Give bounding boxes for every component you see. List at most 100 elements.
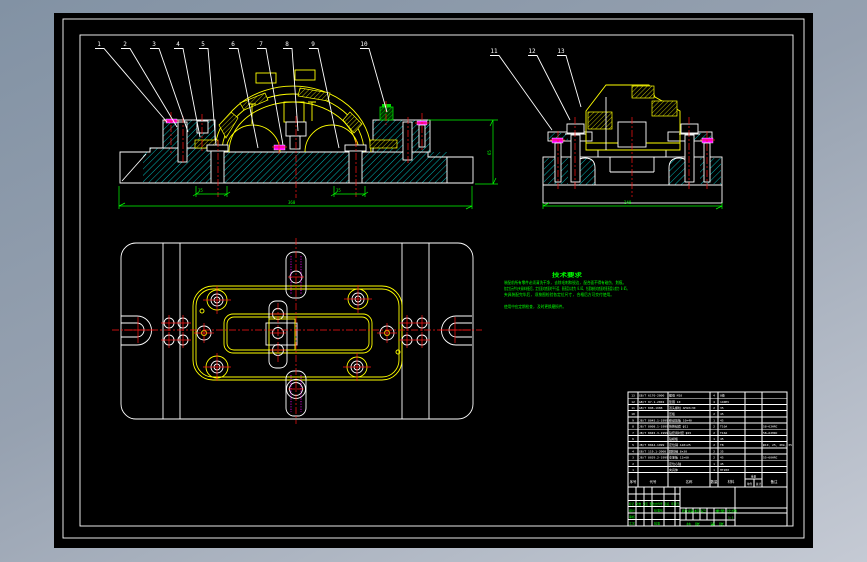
bom-cell-rem: 58~62HRC [763,425,778,429]
bom-cell-mtl: T10A [720,425,727,429]
tb-stage-label: 阶段标记 [682,508,706,513]
bom-cell-mtl: 140HV [720,400,729,404]
tb-sheet-index: 第 张 [710,521,724,526]
left-stud [211,151,224,183]
tb-approve: 批准 [654,521,660,526]
bom-cell-name: 压板 [669,411,675,416]
bom-cell-code: GB/T 97.1-2002 [639,400,664,404]
bom-cell-mtl: 45 [720,418,724,422]
bom-cell-rem: 55~60HRC [763,456,778,460]
dim-front-height-value: 65 [487,150,492,155]
bom-cell-rem: φ10, 25, 40m, 35 [763,443,792,447]
bom-cell-name: 支承板 12×60 [669,455,689,460]
bom-cell-code: GB/T 898-1988 [639,406,663,410]
tech-req-line-3: 夹具装配完毕后, 须按图检验各定位尺寸, 合格后方可交付使用。 [504,291,614,298]
bom-cell-rem: 58~62HRC [763,431,778,435]
bom-cell-qty: 2 [713,456,715,460]
bom-cell-code: GB/T 119.1-2000 [639,449,666,453]
side-washer-r [702,138,713,143]
center-left-washer [274,145,285,150]
balloon-7: 7 [259,41,263,48]
bom-header-qty: 数量 [711,479,718,484]
bom-cell-num: 9 [632,418,634,422]
bom-cell-qty: 2 [713,406,715,410]
bom-cell-name: 夹具体 [669,467,678,472]
bom-cell-qty: 2 [713,412,715,416]
bom-cell-qty: 2 [713,449,715,453]
tech-req-title: 技术要求 [552,271,583,279]
bom-header-remark: 备注 [771,479,778,484]
side-hatch-r [700,158,721,184]
bom-cell-code: JB/T 8029.2-1999 [639,456,668,460]
dim-left-stud-value: 35 [198,188,203,193]
bom-cell-name: 圆柱销 8×30 [669,448,687,453]
bom-cell-name: 移动压板 10×40 [669,417,692,422]
bom-cell-name: 定位心轴 [669,461,681,466]
tech-req-line-2: 各定位元件与夹具体装配后, 定位面对底面的平行度、垂直度公差为 0.02, 钻套… [504,285,629,292]
bom-cell-name: 垫圈 10 [669,399,681,404]
bom-cell-num: 13 [631,394,635,398]
tb-audit: 审核 [629,514,635,519]
bom-cell-num: 3 [632,456,634,460]
dim-front-overall-value: 360 [288,200,296,205]
bom-cell-num: 4 [632,449,634,453]
balloon-3: 3 [152,41,156,48]
bom-cell-qty: 1 [713,437,715,441]
side-wp-hatch [652,101,677,116]
tb-standardize: 标准化 [654,508,663,513]
bom-header-code: 代号 [650,479,657,484]
bom-cell-mtl: 45 [720,456,724,460]
tb-scale-value: 1:1 [728,516,734,520]
tech-req-line-1: 装配前所有零件必须清洗干净, 去除毛刺和锐边, 配合面不得有碰伤、划痕。 [504,279,626,286]
tb-scale-label: 比例 [727,508,737,513]
bom-cell-num: 2 [632,462,634,466]
balloon-9: 9 [311,41,315,48]
bom-cell-name: 定位销 A10×25 [669,442,691,447]
bom-cell-num: 8 [632,425,634,429]
side-washer-l [552,138,563,143]
bom-cell-num: 6 [632,437,634,441]
bom-header-weight-total: 总计 [756,482,762,486]
balloon-5: 5 [201,41,205,48]
base-hatch [143,152,447,183]
bom-cell-code: JB/T 8008.1-1999 [639,425,668,429]
bom-cell-mtl: T10A [720,431,727,435]
balloon-6: 6 [231,41,235,48]
bom-cell-mtl: HT200 [720,468,729,472]
drawing-canvas[interactable] [54,13,813,548]
bom-cell-name: 双头螺柱 AM10×30 [669,405,696,410]
balloon-12: 12 [528,48,536,55]
tb-design: 设计 [629,508,635,513]
bom-cell-mtl: 45 [720,437,724,441]
side-nut-l [567,124,584,133]
bom-cell-mtl: 45 [720,462,724,466]
dim-right-stud-value: 35 [336,188,341,193]
bom-cell-mtl: T8 [720,443,724,447]
bom-header-num: 序号 [630,479,637,484]
dim-side-overall-value: 240 [624,200,632,205]
bom-cell-mtl: 8级 [720,393,725,398]
balloon-13: 13 [557,48,565,55]
bom-cell-num: 1 [632,468,634,472]
tb-weight-label: 重量 [715,508,725,513]
balloon-10: 10 [360,41,368,48]
bom-cell-qty: 4 [713,400,715,404]
bom-cell-qty: 2 [713,443,715,447]
right-stud-washer [345,145,366,151]
bom-cell-num: 7 [632,431,634,435]
bom-cell-qty: 1 [713,418,715,422]
bom-cell-name: 钻套用衬套 φ15 [669,430,691,435]
bom-cell-qty: 2 [713,425,715,429]
bom-cell-name: 螺母 M10 [669,393,682,398]
bom-cell-name: 快换钻套 φ11 [669,424,688,429]
side-nut-r [681,124,698,133]
bom-cell-name: 钻模板 [669,436,678,441]
right-flange [370,140,397,148]
bom-cell-mtl: 35 [720,406,724,410]
bom-header-weight: 重量 [751,475,757,479]
balloon-2: 2 [123,41,127,48]
bom-cell-qty: 4 [713,394,715,398]
left-stud-washer [207,145,228,151]
tech-req-line-4: 使用中应定期检查, 及时更换磨损件。 [504,303,566,310]
bom-cell-qty: 2 [713,431,715,435]
